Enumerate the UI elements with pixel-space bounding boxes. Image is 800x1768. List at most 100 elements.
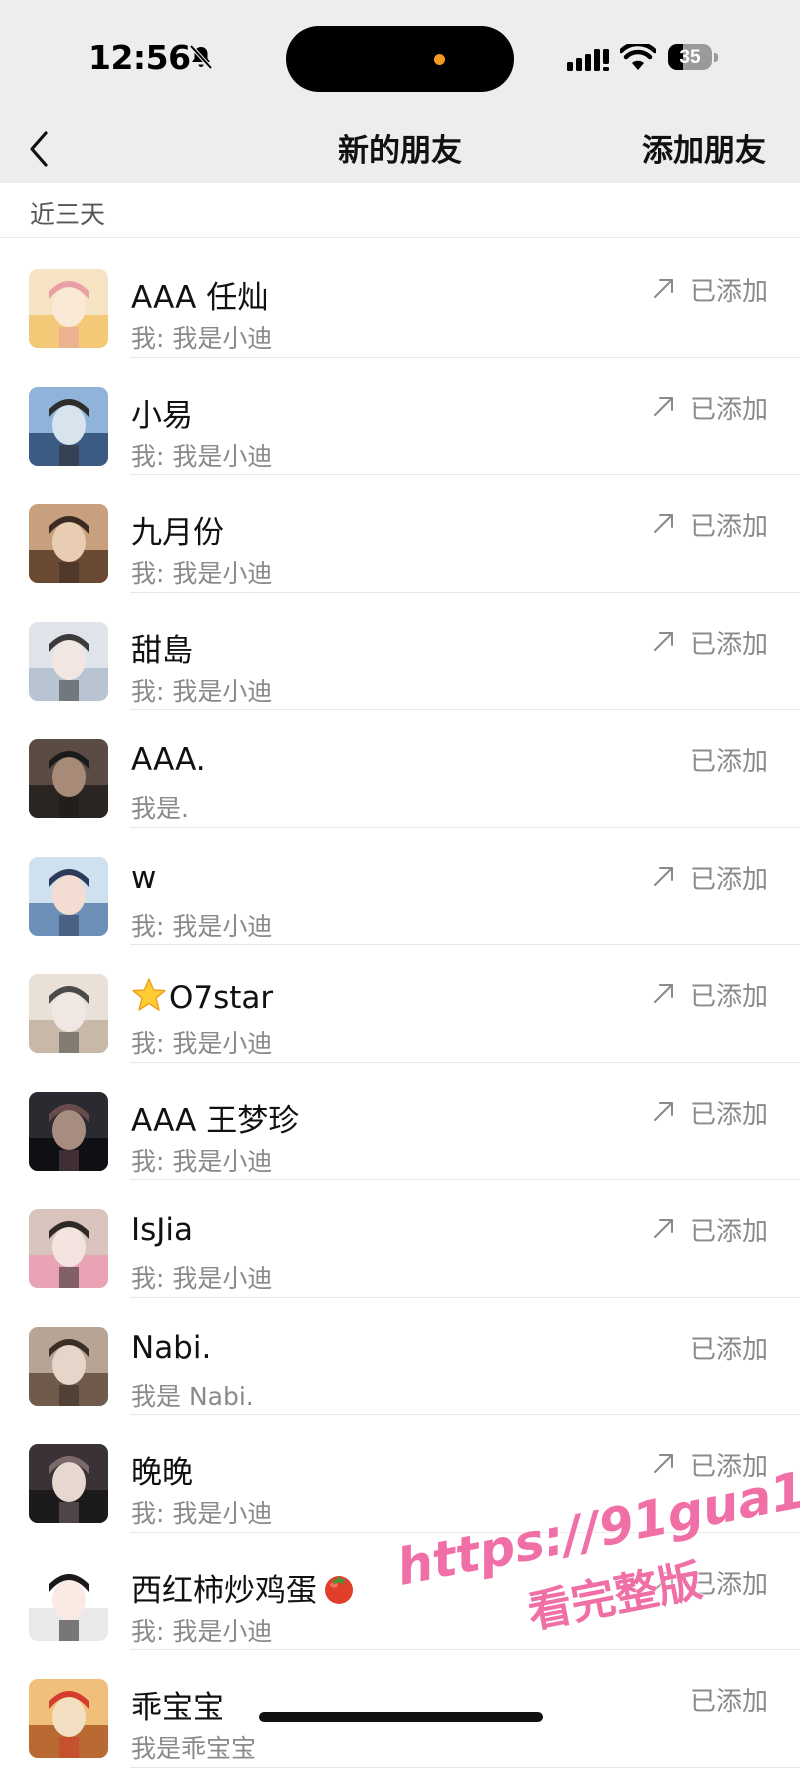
contact-message: 我: 我是小迪 [131,1264,273,1293]
list-item[interactable]: 甜島我: 我是小迪 已添加 [0,593,800,710]
list-item[interactable]: 乖宝宝 我是乖宝宝 已添加 [0,1650,800,1768]
contact-name-text: AAA 王梦珍 [131,1102,300,1139]
contact-message: 我是. [131,794,189,823]
arrow-up-right-icon [654,279,673,298]
list-item[interactable]: AAA 任灿我: 我是小迪 已添加 [0,240,800,358]
contact-name: 乖宝宝 [131,1682,224,1727]
arrow-up-right-icon [654,396,673,416]
list-item[interactable]: w 我: 我是小迪 已添加 [0,828,800,945]
contact-message: 我: 我是小迪 [131,441,273,471]
status-time: 12:56 [88,38,191,77]
list-item[interactable]: Nabi. 我是 Nabi. 已添加 [0,1298,800,1415]
star-emoji-icon [132,978,166,1011]
wifi-icon [620,44,656,70]
contact-name: AAA. [131,742,206,778]
list-item[interactable]: 小易我: 我是小迪 已添加 [0,358,800,475]
avatar[interactable] [29,1444,108,1523]
contact-name: AAA 王梦珍 [131,1095,299,1140]
nav-bar: 新的朋友 添加朋友 [0,115,800,183]
arrow-up-right-icon [654,1101,673,1121]
arrow-up-right-icon [654,984,673,1003]
added-status: 已添加 [689,1099,768,1130]
avatar[interactable] [29,621,108,701]
avatar[interactable] [29,1561,108,1641]
contact-message: 我: 我是小迪 [131,1616,273,1646]
arrow-up-right-icon [654,866,673,886]
contact-name-text: 九月份 [131,515,224,551]
added-status: 已添加 [689,1687,768,1717]
avatar[interactable] [29,386,108,466]
avatar[interactable] [29,504,108,583]
avatar[interactable] [29,1091,108,1171]
list-item[interactable]: 九月份我: 我是小迪 已添加 [0,475,800,593]
avatar[interactable] [29,1679,108,1758]
added-status: 已添加 [689,1452,768,1482]
battery-level: 35 [679,47,701,68]
contact-name: 晚晚 [131,1447,193,1492]
avatar[interactable] [29,974,108,1053]
contact-name-text: 晚晚 [131,1455,193,1491]
list-item[interactable]: 西红柿炒鸡蛋我: 我是小迪 已添加 [0,1533,800,1650]
contact-name: 甜島 [131,625,193,670]
contact-message: 我: 我是小迪 [131,1499,273,1528]
contact-name-text: w [131,859,157,896]
contact-name-text: IsJia [131,1212,194,1248]
avatar[interactable] [29,1209,108,1288]
contact-name: AAA 任灿 [131,272,268,317]
contact-name-text: O7star [169,980,274,1016]
list-item[interactable]: 晚晚我: 我是小迪 已添加 [0,1415,800,1533]
avatar[interactable] [29,269,108,348]
contact-name: O7star [131,977,273,1016]
section-label: 近三天 [30,200,106,229]
arrow-up-right-icon [654,1571,673,1591]
divider [130,1766,800,1768]
contact-name-text: AAA. [131,742,206,778]
home-indicator [259,1712,543,1722]
added-status: 已添加 [689,1569,768,1600]
added-status: 已添加 [689,512,768,542]
contact-message: 我: 我是小迪 [131,676,273,706]
contact-name-text: 甜島 [131,632,193,669]
arrow-up-right-icon [654,631,673,651]
list-item[interactable]: IsJia 我: 我是小迪 已添加 [0,1180,800,1298]
bell-slash-icon [189,44,213,70]
contact-message: 我: 我是小迪 [131,1029,273,1058]
contact-name-text: 西红柿炒鸡蛋 [131,1572,317,1609]
avatar[interactable] [29,856,108,936]
added-status: 已添加 [689,747,768,777]
add-friend-button[interactable]: 添加朋友 [642,125,766,170]
added-status: 已添加 [689,864,768,895]
contact-name-text: Nabi. [131,1329,212,1366]
contact-message: 我: 我是小迪 [131,324,273,353]
list-item[interactable]: O7star 我: 我是小迪 已添加 [0,945,800,1063]
avatar[interactable] [29,739,108,818]
tomato-emoji-icon [325,1575,353,1604]
friend-request-list: AAA 任灿 我: 我是小迪 已添加 小易 我: 我是小迪 已添加 九月份 我: 我是小迪 已添… [0,240,800,1768]
contact-name: Nabi. [131,1330,211,1366]
contact-message: 我是 Nabi. [131,1381,254,1411]
added-status: 已添加 [689,394,768,425]
added-status: 已添加 [689,1334,768,1365]
avatar[interactable] [29,1326,108,1406]
list-item[interactable]: AAA. 我是. 已添加 [0,710,800,828]
arrow-up-right-icon [654,1219,673,1238]
status-bar: 12:56 35 [0,0,800,115]
privacy-indicator-dot [434,54,445,65]
list-item[interactable]: AAA 王梦珍我: 我是小迪 已添加 [0,1063,800,1180]
contact-name: 西红柿炒鸡蛋 [131,1565,357,1610]
added-status: 已添加 [689,982,768,1012]
added-status: 已添加 [689,629,768,660]
contact-name: 小易 [131,390,193,435]
added-status: 已添加 [689,277,768,307]
contact-message: 我: 我是小迪 [131,559,273,588]
contact-name-text: 乖宝宝 [131,1690,224,1726]
battery-icon: 35 [668,44,720,72]
signal-icon [567,49,609,71]
contact-message: 我: 我是小迪 [131,1146,273,1176]
contact-name: w [131,860,156,896]
arrow-up-right-icon [654,514,673,533]
arrow-up-right-icon [654,1454,673,1473]
contact-message: 我: 我是小迪 [131,911,273,941]
contact-name: IsJia [131,1212,193,1248]
contact-name-text: AAA 任灿 [131,280,269,316]
